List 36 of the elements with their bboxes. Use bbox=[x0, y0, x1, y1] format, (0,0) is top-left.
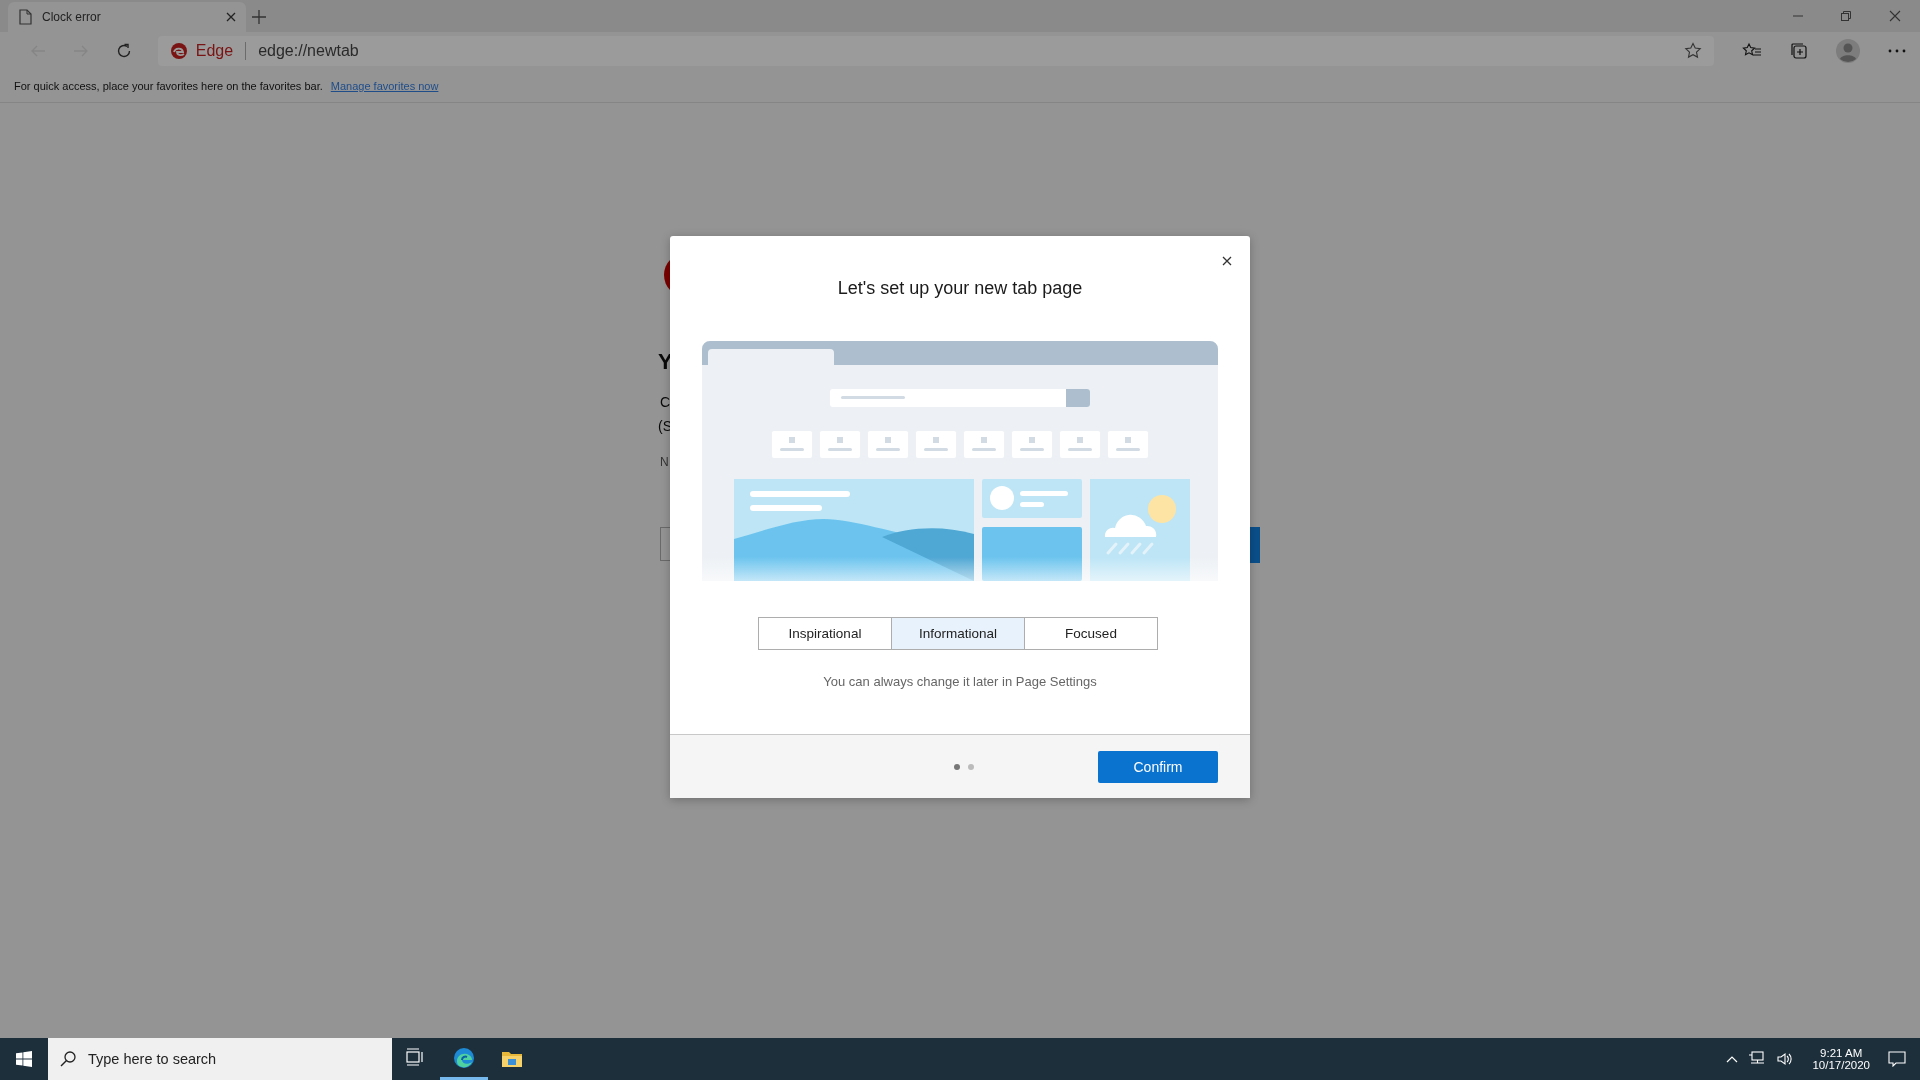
page-icon bbox=[18, 9, 32, 25]
favorites-bar-message: For quick access, place your favorites here on the favorites bar. bbox=[14, 80, 323, 92]
search-icon bbox=[60, 1051, 76, 1067]
restore-icon[interactable] bbox=[1841, 11, 1851, 21]
close-icon bbox=[1222, 256, 1232, 266]
url-text: edge://newtab bbox=[258, 42, 360, 60]
layout-option[interactable]: Informational bbox=[891, 617, 1025, 650]
edge-logo-icon bbox=[453, 1046, 475, 1069]
close-icon[interactable] bbox=[226, 12, 236, 22]
notification-icon[interactable] bbox=[1888, 1051, 1906, 1067]
edge-logo-icon bbox=[169, 42, 188, 60]
volume-icon[interactable] bbox=[1776, 1051, 1795, 1067]
address-bar[interactable]: Edge edge://newtab bbox=[157, 36, 1714, 66]
taskbar-search-field[interactable]: Type here to search bbox=[48, 1038, 392, 1080]
more-icon[interactable] bbox=[1888, 49, 1906, 53]
clock-date: 10/17/2020 bbox=[1812, 1059, 1870, 1071]
layout-option[interactable]: Inspirational bbox=[758, 617, 892, 650]
star-icon[interactable] bbox=[1684, 42, 1702, 60]
dialog-title: Let's set up your new tab page bbox=[836, 278, 1084, 299]
search-placeholder: Type here to search bbox=[88, 1051, 217, 1067]
site-label: Edge bbox=[195, 42, 234, 60]
chevron-up-icon[interactable] bbox=[1726, 1055, 1739, 1063]
confirm-button[interactable]: Confirm bbox=[1098, 750, 1218, 783]
hint-text: You can always change it later in Page Settings bbox=[822, 674, 1098, 689]
browser-tab[interactable]: Clock error bbox=[8, 2, 246, 32]
profile-avatar-icon[interactable] bbox=[1836, 39, 1860, 63]
network-icon[interactable] bbox=[1748, 1051, 1767, 1067]
close-icon[interactable] bbox=[1889, 10, 1901, 22]
collections-icon[interactable] bbox=[1790, 42, 1808, 60]
page-text: N bbox=[660, 454, 670, 471]
plus-icon[interactable] bbox=[252, 10, 266, 24]
layout-option[interactable]: Focused bbox=[1024, 617, 1158, 650]
page-text: C bbox=[660, 393, 672, 411]
windows-logo-icon[interactable] bbox=[16, 1051, 32, 1067]
tab-title: Clock error bbox=[42, 10, 102, 24]
clock-time: 9:21 AM bbox=[1820, 1047, 1863, 1059]
